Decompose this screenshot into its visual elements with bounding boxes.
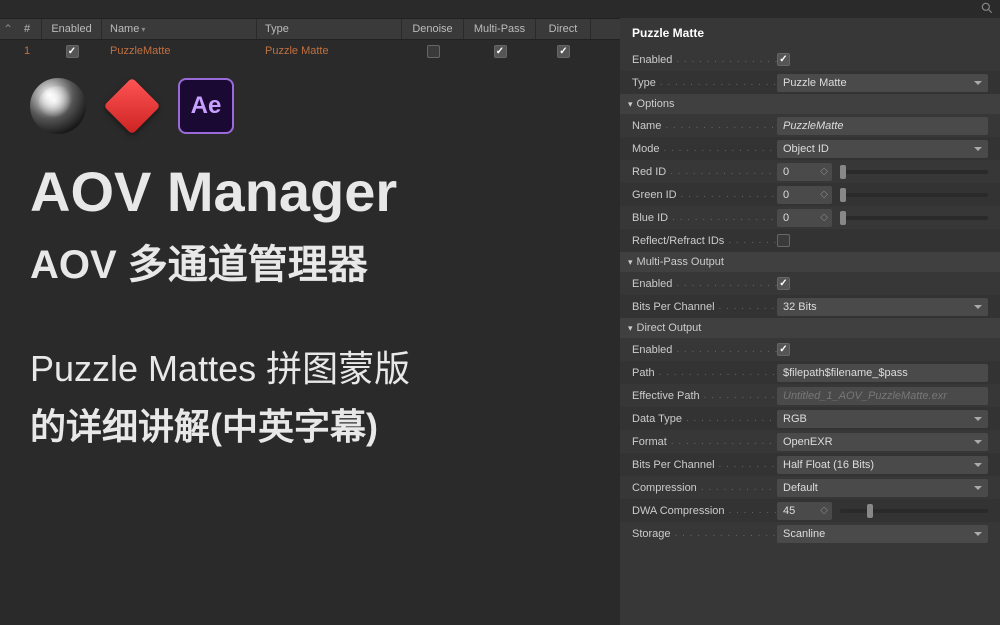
- col-enabled[interactable]: Enabled: [42, 19, 102, 39]
- red-id-input[interactable]: 0: [777, 163, 832, 181]
- red-id-slider[interactable]: [840, 170, 988, 174]
- reflect-label: Reflect/Refract IDs: [632, 235, 777, 247]
- do-dwa-input[interactable]: 45: [777, 502, 832, 520]
- green-id-input[interactable]: 0: [777, 186, 832, 204]
- mode-dropdown[interactable]: Object ID: [777, 140, 988, 158]
- blue-id-label: Blue ID: [632, 212, 777, 224]
- row-enabled-checkbox[interactable]: [66, 45, 79, 58]
- do-path-label: Path: [632, 367, 777, 379]
- options-section[interactable]: Options: [620, 94, 1000, 114]
- col-index[interactable]: #: [16, 19, 42, 39]
- chevron-down-icon: ▾: [141, 25, 145, 34]
- do-storage-dropdown[interactable]: Scanline: [777, 525, 988, 543]
- expand-toggle-icon[interactable]: ⌃: [0, 22, 16, 36]
- reflect-checkbox[interactable]: [777, 234, 790, 247]
- title-chinese: AOV 多通道管理器: [30, 232, 410, 290]
- row-direct-checkbox[interactable]: [557, 45, 570, 58]
- do-comp-label: Compression: [632, 482, 777, 494]
- blue-id-input[interactable]: 0: [777, 209, 832, 227]
- do-enabled-label: Enabled: [632, 344, 777, 356]
- do-datatype-dropdown[interactable]: RGB: [777, 410, 988, 428]
- redshift-icon: [103, 77, 160, 134]
- row-index: 1: [16, 45, 42, 57]
- search-icon[interactable]: [980, 1, 994, 18]
- red-id-label: Red ID: [632, 166, 777, 178]
- col-type[interactable]: Type: [257, 19, 402, 39]
- mode-label: Mode: [632, 143, 777, 155]
- col-denoise[interactable]: Denoise: [402, 19, 464, 39]
- enabled-checkbox[interactable]: [777, 53, 790, 66]
- do-enabled-checkbox[interactable]: [777, 343, 790, 356]
- table-header: ⌃ # Enabled Name▾ Type Denoise Multi-Pas…: [0, 18, 620, 40]
- title-english: AOV Manager: [30, 159, 410, 224]
- row-multipass-checkbox[interactable]: [494, 45, 507, 58]
- do-format-dropdown[interactable]: OpenEXR: [777, 433, 988, 451]
- table-row[interactable]: 1 PuzzleMatte Puzzle Matte: [0, 40, 620, 62]
- subtitle-1: Puzzle Mattes 拼图蒙版: [30, 340, 410, 392]
- do-bits-dropdown[interactable]: Half Float (16 Bits): [777, 456, 988, 474]
- do-dwa-label: DWA Compression: [632, 505, 777, 517]
- type-dropdown[interactable]: Puzzle Matte: [777, 74, 988, 92]
- aov-list-panel: ⌃ # Enabled Name▾ Type Denoise Multi-Pas…: [0, 18, 620, 625]
- do-storage-label: Storage: [632, 528, 777, 540]
- cinema4d-icon: [30, 78, 86, 134]
- enabled-label: Enabled: [632, 54, 777, 66]
- mp-bits-dropdown[interactable]: 32 Bits: [777, 298, 988, 316]
- properties-panel: Puzzle Matte Enabled Type Puzzle Matte O…: [620, 18, 1000, 625]
- row-denoise-checkbox[interactable]: [427, 45, 440, 58]
- multipass-section[interactable]: Multi-Pass Output: [620, 252, 1000, 272]
- mp-enabled-checkbox[interactable]: [777, 277, 790, 290]
- do-datatype-label: Data Type: [632, 413, 777, 425]
- after-effects-icon: Ae: [178, 78, 234, 134]
- do-bits-label: Bits Per Channel: [632, 459, 777, 471]
- do-dwa-slider[interactable]: [840, 509, 988, 513]
- do-format-label: Format: [632, 436, 777, 448]
- row-name: PuzzleMatte: [102, 45, 257, 57]
- do-comp-dropdown[interactable]: Default: [777, 479, 988, 497]
- do-path-input[interactable]: $filepath$filename_$pass: [777, 364, 988, 382]
- direct-section[interactable]: Direct Output: [620, 318, 1000, 338]
- mp-bits-label: Bits Per Channel: [632, 301, 777, 313]
- type-label: Type: [632, 77, 777, 89]
- green-id-slider[interactable]: [840, 193, 988, 197]
- name-input[interactable]: PuzzleMatte: [777, 117, 988, 135]
- do-effpath-value: Untitled_1_AOV_PuzzleMatte.exr: [777, 387, 988, 405]
- do-effpath-label: Effective Path: [632, 390, 777, 402]
- panel-title: Puzzle Matte: [620, 18, 1000, 48]
- name-label: Name: [632, 120, 777, 132]
- subtitle-2: 的详细讲解(中英字幕): [30, 398, 410, 450]
- mp-enabled-label: Enabled: [632, 278, 777, 290]
- blue-id-slider[interactable]: [840, 216, 988, 220]
- col-multipass[interactable]: Multi-Pass: [464, 19, 536, 39]
- col-name[interactable]: Name▾: [102, 19, 257, 39]
- promo-overlay: Ae AOV Manager AOV 多通道管理器 Puzzle Mattes …: [30, 78, 410, 450]
- col-direct[interactable]: Direct: [536, 19, 591, 39]
- green-id-label: Green ID: [632, 189, 777, 201]
- row-type: Puzzle Matte: [257, 45, 402, 57]
